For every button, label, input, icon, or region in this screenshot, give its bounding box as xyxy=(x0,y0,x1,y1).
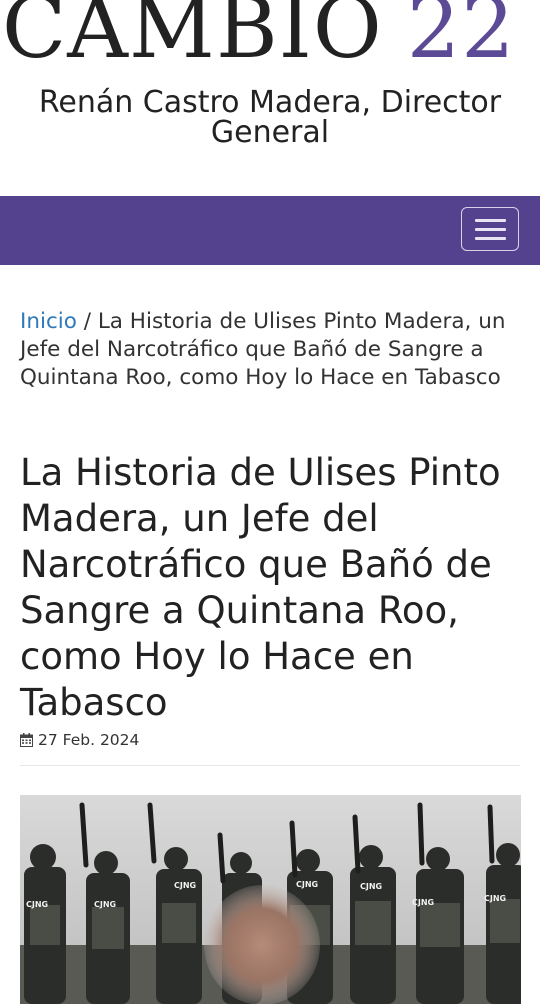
patch-label: CJNG xyxy=(26,900,48,909)
hamburger-menu-icon xyxy=(475,219,506,222)
patch-label: CJNG xyxy=(94,900,116,909)
patch-label: CJNG xyxy=(296,880,318,889)
patch-label: CJNG xyxy=(360,882,382,891)
article-title: La Historia de Ulises Pinto Madera, un J… xyxy=(20,451,501,724)
site-masthead: CAMBIO 22 xyxy=(0,0,540,72)
article-date: 27 Feb. 2024 xyxy=(20,730,139,750)
site-logo[interactable]: CAMBIO 22 xyxy=(2,0,516,70)
article-hero-image[interactable]: CJNG CJNG CJNG CJNG CJNG CJNG CJNG xyxy=(20,795,521,1004)
menu-toggle-button[interactable] xyxy=(461,207,519,251)
patch-label: CJNG xyxy=(412,898,434,907)
hamburger-bar xyxy=(475,237,506,240)
patch-label: CJNG xyxy=(174,881,196,890)
article-date-text: 27 Feb. 2024 xyxy=(38,731,140,749)
patch-label: CJNG xyxy=(484,894,506,903)
main-navbar xyxy=(0,196,540,265)
logo-word: CAMBIO xyxy=(2,0,383,72)
divider xyxy=(20,765,520,766)
blurred-face xyxy=(204,885,320,1004)
calendar-icon xyxy=(20,733,33,747)
breadcrumb-separator: / xyxy=(76,309,98,334)
site-tagline: Renán Castro Madera, Director General xyxy=(38,85,502,150)
breadcrumb-home-link[interactable]: Inicio xyxy=(20,309,77,334)
article-page: CAMBIO 22 Renán Castro Madera, Director G… xyxy=(0,0,540,1004)
logo-number: 22 xyxy=(406,0,516,72)
hamburger-bar xyxy=(475,228,506,231)
breadcrumb: Inicio / La Historia de Ulises Pinto Mad… xyxy=(20,308,520,392)
armed-group-photo: CJNG CJNG CJNG CJNG CJNG CJNG CJNG xyxy=(20,795,521,1004)
